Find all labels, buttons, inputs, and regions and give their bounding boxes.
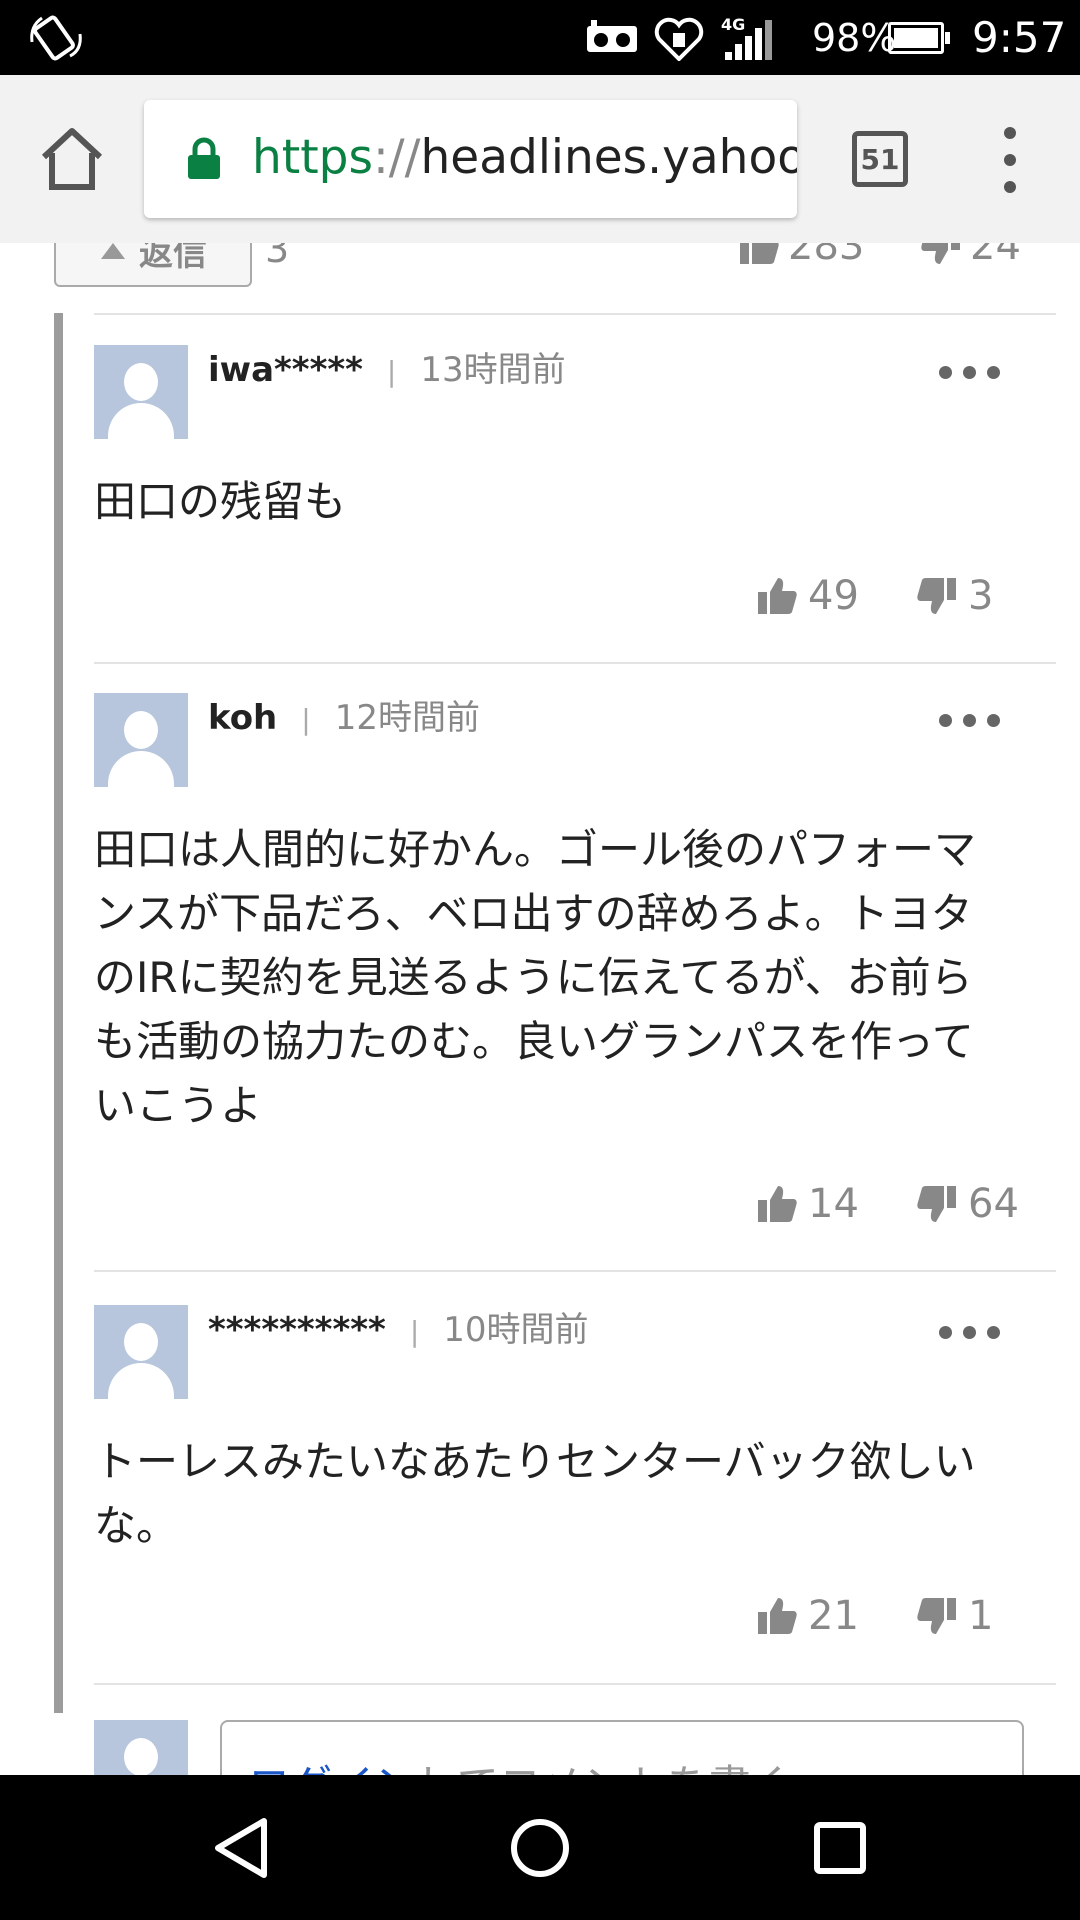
dislike-button[interactable]: 1 <box>916 1593 993 1639</box>
username[interactable]: koh <box>208 698 277 738</box>
triangle-up-icon <box>101 243 125 259</box>
more-options-icon[interactable] <box>939 1323 1001 1343</box>
reply-count: 3 <box>265 243 290 271</box>
comments-page: 返信 3 283 24 iwa*****|13時間前 田口の残留も 49 3 <box>0 243 1080 1775</box>
heart-download-icon <box>654 17 704 61</box>
login-prompt-text: してコメントを書く <box>416 1761 793 1775</box>
comment-meta: iwa***** | 13時間前 <box>208 350 566 390</box>
browser-toolbar: https://headlines.yahoo.co 51 <box>0 75 1080 244</box>
username[interactable]: ********** <box>208 1310 386 1350</box>
avatar <box>94 1720 188 1775</box>
login-link[interactable]: ログイン <box>248 1761 416 1775</box>
comment-meta: ********** | 10時間前 <box>208 1310 589 1350</box>
home-nav-icon[interactable] <box>505 1813 575 1883</box>
dislike-button[interactable]: 64 <box>916 1181 1019 1227</box>
status-icons: 4G <box>585 10 775 65</box>
screen-rotate-icon <box>30 15 82 61</box>
clock: 9:57 <box>972 13 1067 62</box>
like-count: 21 <box>808 1593 859 1639</box>
status-bar: 4G 98% 9:57 <box>0 0 1080 75</box>
dislike-count: 24 <box>970 243 1021 269</box>
like-button[interactable]: 283 <box>738 243 864 269</box>
thumbs-up-icon <box>758 1186 797 1222</box>
thumbs-down-icon <box>917 1186 956 1222</box>
svg-text:4G: 4G <box>721 15 745 34</box>
timestamp: 12時間前 <box>334 698 480 738</box>
tabs-icon[interactable]: 51 <box>852 131 908 187</box>
url-host: headlines.yahoo.co <box>420 130 797 185</box>
dislike-count: 1 <box>968 1593 994 1639</box>
url-scheme: https <box>252 130 373 185</box>
more-options-icon[interactable] <box>939 711 1001 731</box>
url-text: https://headlines.yahoo.co <box>252 128 797 188</box>
thumbs-down-icon <box>921 243 960 264</box>
divider <box>94 662 1056 664</box>
more-options-icon[interactable] <box>939 363 1001 383</box>
dislike-button[interactable]: 24 <box>920 243 1021 269</box>
username[interactable]: iwa***** <box>208 350 363 390</box>
url-bar[interactable]: https://headlines.yahoo.co <box>144 100 797 218</box>
thumbs-down-icon <box>917 1598 956 1634</box>
lock-icon <box>188 137 220 179</box>
thumbs-up-icon <box>758 578 797 614</box>
avatar <box>94 693 188 787</box>
battery-percent: 98% <box>812 16 897 60</box>
navigation-bar <box>0 1775 1080 1920</box>
like-count: 14 <box>808 1181 859 1227</box>
divider <box>94 1683 1056 1685</box>
like-button[interactable]: 49 <box>756 573 859 619</box>
like-count: 49 <box>808 573 859 619</box>
comment-meta: koh | 12時間前 <box>208 698 480 738</box>
url-separator: :// <box>372 130 421 185</box>
home-icon[interactable] <box>38 123 106 195</box>
timestamp: 13時間前 <box>420 350 566 390</box>
overflow-menu-icon[interactable] <box>996 125 1026 195</box>
recents-icon[interactable] <box>805 1813 875 1883</box>
thread-bar <box>54 313 63 1713</box>
divider <box>94 1270 1056 1272</box>
comment-text: 田口の残留も <box>94 477 347 526</box>
reply-button[interactable]: 返信 <box>54 243 252 287</box>
like-button[interactable]: 21 <box>756 1593 859 1639</box>
thumbs-down-icon <box>917 578 956 614</box>
back-icon[interactable] <box>208 1813 278 1883</box>
comment-input[interactable]: ログインしてコメントを書く <box>220 1720 1024 1775</box>
timestamp: 10時間前 <box>443 1310 589 1350</box>
dislike-button[interactable]: 3 <box>916 573 993 619</box>
comment-input-placeholder: ログインしてコメントを書く <box>248 1752 793 1775</box>
signal-4g-icon: 4G <box>721 15 772 60</box>
voicemail-icon <box>587 19 637 52</box>
comment-text: トーレスみたいなあたりセンターバック欲しいな。 <box>94 1437 976 1550</box>
thumbs-up-icon <box>740 243 779 264</box>
dislike-count: 3 <box>968 573 994 619</box>
like-button[interactable]: 14 <box>756 1181 859 1227</box>
divider <box>94 313 1056 315</box>
dislike-count: 64 <box>968 1181 1019 1227</box>
tab-count: 51 <box>860 142 900 176</box>
avatar <box>94 1305 188 1399</box>
like-count: 283 <box>788 243 865 269</box>
reply-label: 返信 <box>139 243 207 274</box>
thumbs-up-icon <box>758 1598 797 1634</box>
battery-icon <box>888 22 950 54</box>
avatar <box>94 345 188 439</box>
comment-text: 田口は人間的に好かん。ゴール後のパフォーマンスが下品だろ、ベロ出すの辞めろよ。ト… <box>94 825 977 1130</box>
